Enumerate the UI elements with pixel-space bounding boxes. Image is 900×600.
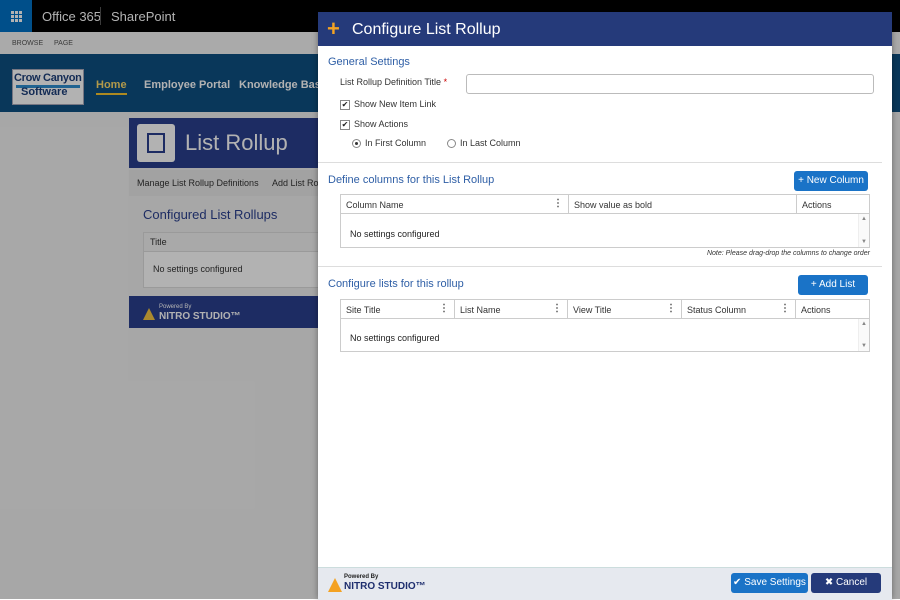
list-name-text: List Name [460, 305, 501, 315]
plus-icon: + [327, 16, 340, 41]
column-header-list-name[interactable]: List Name ⋮ [455, 300, 568, 318]
in-last-column-label: In Last Column [460, 138, 521, 148]
general-settings-heading: General Settings [328, 56, 410, 68]
list-actions-text: Actions [801, 305, 831, 315]
column-header-list-actions[interactable]: Actions [796, 300, 859, 318]
add-list-button[interactable]: + Add List [798, 275, 868, 295]
columns-grid-scrollbar[interactable]: ▲ ▼ [858, 214, 869, 247]
check-icon: ✔ [733, 577, 742, 588]
column-header-status-column[interactable]: Status Column ⋮ [682, 300, 796, 318]
title-label-text: List Rollup Definition Title [340, 77, 442, 87]
rollup-title-input[interactable] [466, 74, 874, 94]
columns-grid: Column Name ⋮ Show value as bold Actions … [340, 194, 870, 248]
column-header-site-title[interactable]: Site Title ⋮ [341, 300, 455, 318]
configure-lists-heading: Configure lists for this rollup [328, 278, 464, 290]
in-first-column-label: In First Column [365, 138, 427, 148]
column-header-show-bold[interactable]: Show value as bold [569, 195, 797, 213]
define-columns-heading: Define columns for this List Rollup [328, 174, 495, 186]
column-header-view-title[interactable]: View Title ⋮ [568, 300, 682, 318]
column-menu-icon[interactable]: ⋮ [439, 303, 449, 314]
columns-empty-message: No settings configured [350, 229, 440, 239]
new-column-label: New Column [806, 175, 864, 186]
show-new-item-link-label: Show New Item Link [354, 99, 437, 109]
cancel-button[interactable]: ✖ Cancel [811, 573, 881, 593]
dialog-header: + Configure List Rollup [318, 12, 892, 46]
in-last-column-radio[interactable] [447, 139, 456, 148]
column-header-actions[interactable]: Actions [797, 195, 859, 213]
view-title-text: View Title [573, 305, 612, 315]
title-field-label: List Rollup Definition Title * [340, 77, 447, 87]
add-list-label: Add List [818, 279, 856, 290]
section-divider [318, 266, 882, 267]
section-divider [318, 162, 882, 163]
save-settings-button[interactable]: ✔ Save Settings [731, 573, 808, 593]
plus-icon: + [810, 279, 817, 290]
actions-text: Actions [802, 200, 832, 210]
column-header-column-name[interactable]: Column Name ⋮ [341, 195, 569, 213]
close-icon: ✖ [824, 577, 834, 588]
column-menu-icon[interactable]: ⋮ [666, 303, 676, 314]
show-actions-checkbox[interactable]: ✔ [340, 120, 350, 130]
column-name-text: Column Name [346, 200, 404, 210]
configure-list-rollup-dialog: + Configure List Rollup General Settings… [318, 12, 892, 600]
new-column-button[interactable]: + New Column [794, 171, 868, 191]
lists-grid: Site Title ⋮ List Name ⋮ View Title ⋮ Statu… [340, 299, 870, 352]
show-bold-text: Show value as bold [574, 200, 653, 210]
cancel-label: Cancel [836, 577, 868, 588]
plus-icon: + [798, 175, 804, 186]
in-first-column-radio[interactable] [352, 139, 361, 148]
lists-grid-header: Site Title ⋮ List Name ⋮ View Title ⋮ Statu… [341, 300, 869, 319]
column-menu-icon[interactable]: ⋮ [780, 303, 790, 314]
status-column-text: Status Column [687, 305, 747, 315]
nitro-studio-text: NITRO STUDIO™ [344, 581, 426, 592]
nitro-studio-logo: Powered By NITRO STUDIO™ [328, 574, 438, 596]
save-settings-label: Save Settings [744, 577, 806, 588]
nitro-bolt-icon [328, 578, 342, 592]
lists-grid-scrollbar[interactable]: ▲ ▼ [858, 319, 869, 351]
column-menu-icon[interactable]: ⋮ [552, 303, 562, 314]
required-mark: * [443, 77, 448, 87]
column-menu-icon[interactable]: ⋮ [553, 198, 563, 209]
site-title-text: Site Title [346, 305, 381, 315]
drag-drop-note: Note: Please drag-drop the columns to ch… [706, 250, 870, 257]
show-actions-label: Show Actions [354, 119, 409, 129]
dialog-title: Configure List Rollup [352, 21, 501, 38]
lists-empty-message: No settings configured [350, 333, 440, 343]
dialog-footer: Powered By NITRO STUDIO™ ✔ Save Settings… [318, 567, 892, 600]
powered-by-text: Powered By [344, 574, 379, 580]
columns-grid-header: Column Name ⋮ Show value as bold Actions [341, 195, 869, 214]
show-new-item-link-checkbox[interactable]: ✔ [340, 100, 350, 110]
